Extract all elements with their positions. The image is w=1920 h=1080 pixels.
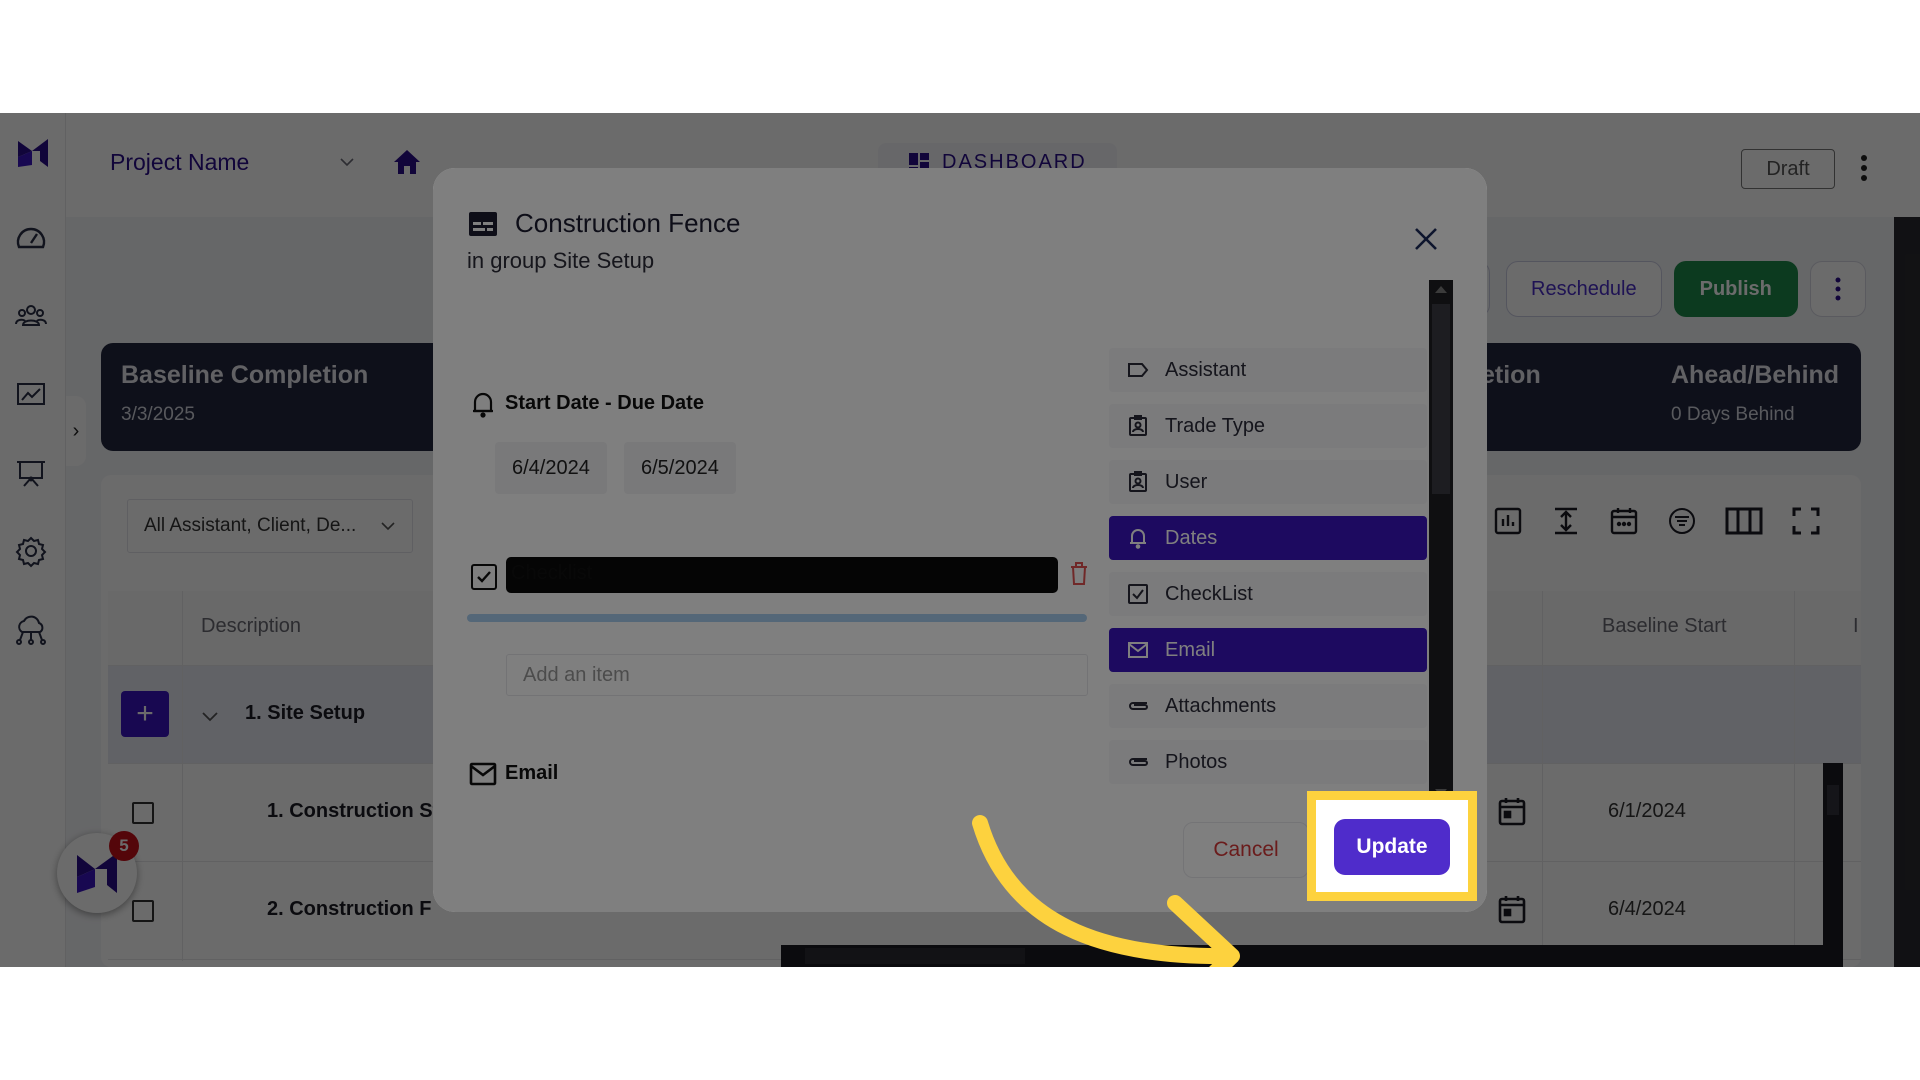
dates-section-title: Start Date - Due Date [505,392,704,414]
trash-icon[interactable] [1069,562,1089,586]
email-section-title: Email [505,762,559,784]
side-item-trade-type[interactable]: Trade Type [1109,404,1427,448]
app-window: › Project Name DASHBOARD Draft Reschedul… [0,113,1920,967]
side-item-dates[interactable]: Dates [1109,516,1427,560]
badge-icon [1129,471,1147,492]
close-icon[interactable] [1413,226,1439,252]
update-button[interactable]: Update [1334,819,1450,875]
side-item-user[interactable]: User [1109,460,1427,504]
side-item-checklist[interactable]: CheckList [1109,572,1427,616]
paperclip-icon [1129,702,1148,710]
checklist-progress-bar [467,614,1087,622]
mail-icon [469,762,497,786]
modal-subtitle: in group Site Setup [467,248,655,273]
scroll-up-arrow[interactable] [1435,286,1447,293]
checkbox-icon [1128,584,1148,604]
bell-icon [1130,529,1146,549]
check-icon [477,571,491,583]
checklist-name-input[interactable]: Checklist [506,557,1058,593]
badge-icon [1129,415,1147,436]
due-date-field[interactable]: 6/5/2024 [624,442,736,494]
side-item-assistant[interactable]: Assistant [1109,348,1427,392]
side-item-attachments[interactable]: Attachments [1109,684,1427,728]
side-item-photos[interactable]: Photos [1109,740,1427,784]
tag-icon [1128,363,1149,377]
side-menu-scrollbar[interactable] [1429,280,1453,800]
task-card-icon [469,212,497,236]
add-checklist-item-input[interactable]: Add an item [506,654,1088,696]
scrollbar-thumb[interactable] [1432,304,1450,494]
mail-icon [1128,642,1148,658]
paperclip-icon [1129,758,1148,766]
bell-icon [473,392,493,418]
modal-title: Construction Fence [515,208,741,238]
start-date-field[interactable]: 6/4/2024 [495,442,607,494]
checklist-checkbox[interactable] [471,564,497,590]
side-item-email[interactable]: Email [1109,628,1427,672]
tutorial-arrow-icon [972,815,1240,967]
